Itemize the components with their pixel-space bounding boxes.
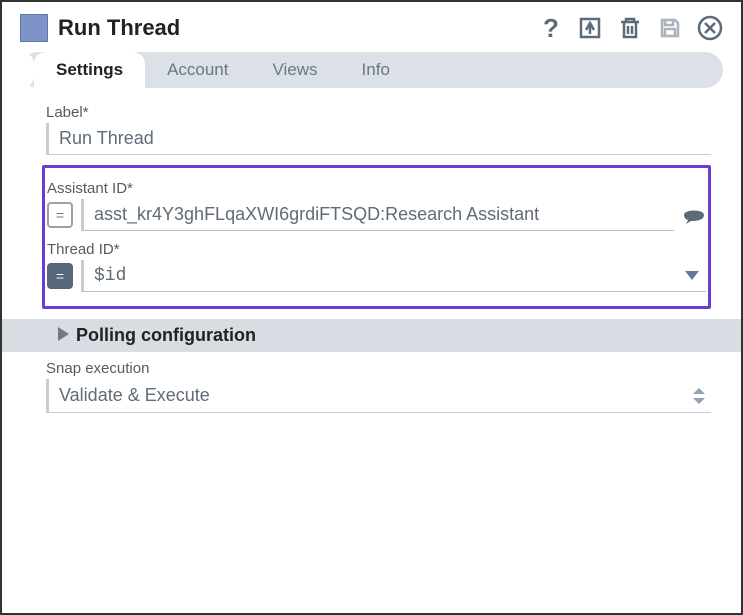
polling-section-label: Polling configuration [76,325,256,346]
tab-account[interactable]: Account [145,52,250,88]
highlighted-id-group: Assistant ID* = Thread ID* = [42,165,711,309]
suggest-icon[interactable] [682,206,706,224]
delete-icon[interactable] [617,15,643,41]
titlebar: Run Thread ? [2,2,741,52]
thread-id-input-wrap [81,260,706,292]
chevron-down-icon[interactable] [682,271,702,281]
dialog-title: Run Thread [58,15,180,41]
stepper-icon[interactable] [693,388,705,404]
close-icon[interactable] [697,15,723,41]
settings-form: Label* Assistant ID* = Thread ID* = [2,88,741,413]
label-field-title: Label* [46,104,711,121]
help-icon[interactable]: ? [537,15,563,41]
label-input[interactable] [46,123,711,155]
tab-info[interactable]: Info [340,52,412,88]
snap-icon [20,14,48,42]
thread-id-title: Thread ID* [47,241,706,258]
assistant-id-input[interactable] [92,203,670,226]
polling-section-header[interactable]: Polling configuration [2,319,741,352]
tab-settings[interactable]: Settings [34,52,145,88]
snap-execution-value: Validate & Execute [59,385,693,406]
assistant-id-input-wrap [81,199,674,231]
assistant-id-row: = [47,199,706,231]
tab-bar: Settings Account Views Info [20,52,723,88]
dialog-window: Run Thread ? [0,0,743,615]
thread-id-input[interactable] [92,265,682,287]
snap-execution-title: Snap execution [46,360,711,377]
assistant-id-title: Assistant ID* [47,180,706,197]
tab-views[interactable]: Views [251,52,340,88]
expression-toggle-thread[interactable]: = [47,263,73,289]
save-icon[interactable] [657,15,683,41]
svg-text:?: ? [543,15,559,41]
export-icon[interactable] [577,15,603,41]
snap-execution-select[interactable]: Validate & Execute [46,379,711,413]
expression-toggle-assistant[interactable]: = [47,202,73,228]
chevron-right-icon [58,325,70,346]
thread-id-row: = [47,260,706,292]
titlebar-actions: ? [537,15,723,41]
